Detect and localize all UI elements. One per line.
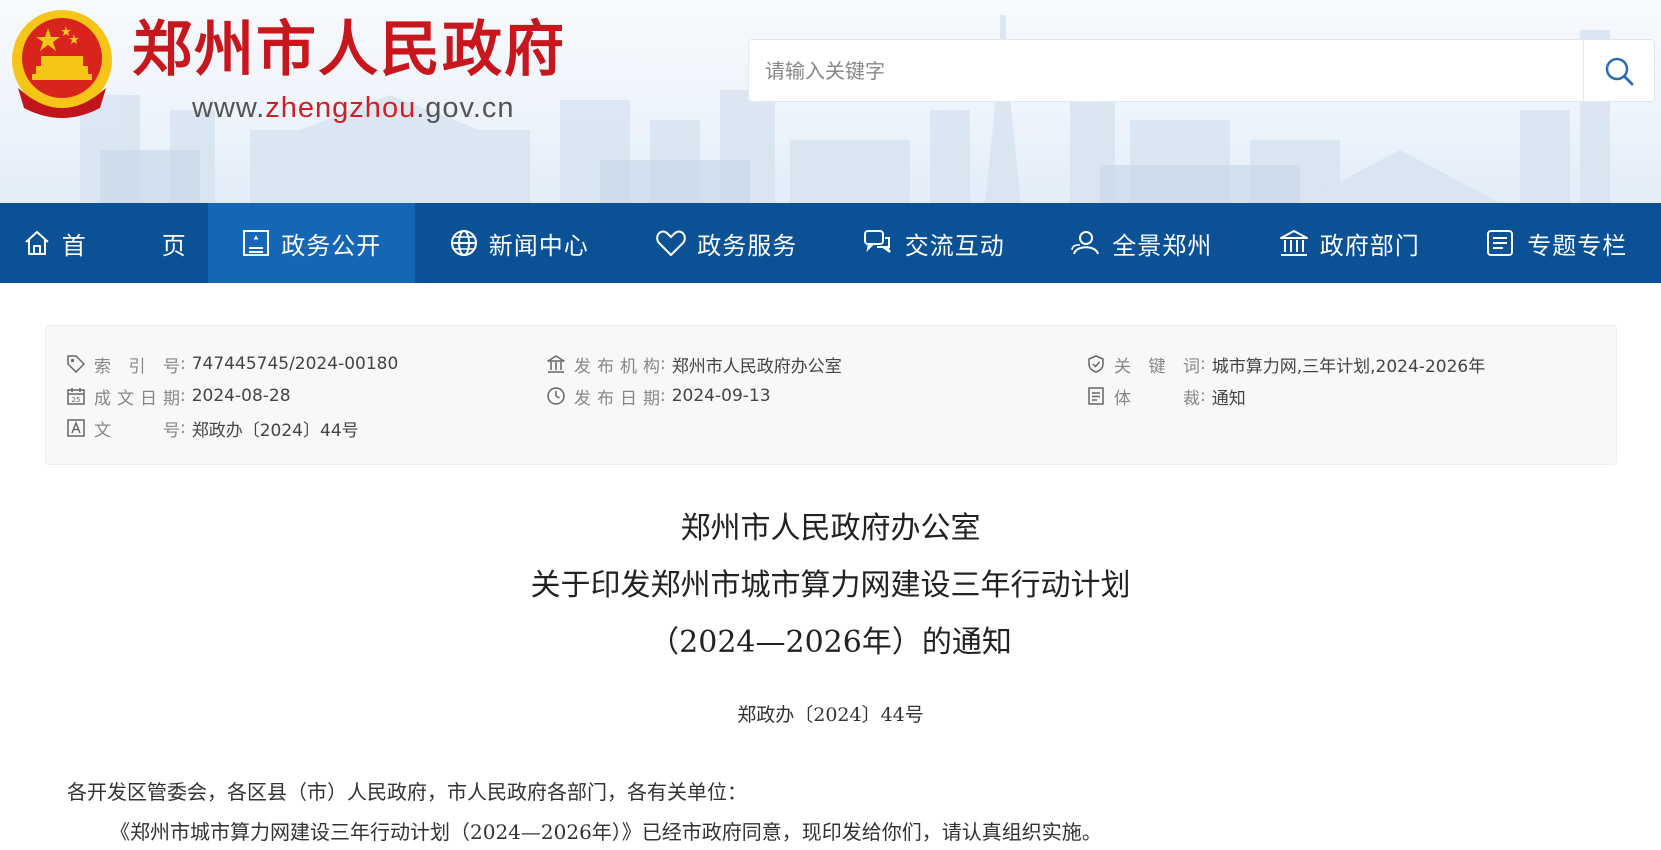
nav-item-interaction[interactable]: 交流互动 xyxy=(830,203,1038,283)
search-icon xyxy=(1605,57,1634,85)
nav-item-label: 全景郑州 xyxy=(1112,231,1213,260)
metadata-column-right: 关键词: 城市算力网,三年计划,2024-2026年 体裁: 通知 xyxy=(1086,348,1485,412)
site-url[interactable]: www.zhengzhou.gov.cn xyxy=(192,92,515,125)
nav-item-special-topics[interactable]: 专题专栏 xyxy=(1453,203,1661,283)
metadata-column-middle: 发布机构: 郑州市人民政府办公室 发布日期: 2024-09-13 xyxy=(546,348,842,412)
nav-item-label: 交流互动 xyxy=(904,231,1005,260)
document-icon xyxy=(243,230,270,256)
meta-colon: : xyxy=(180,354,186,374)
svg-text:25: 25 xyxy=(72,396,81,404)
nav-item-label: 政务公开 xyxy=(281,231,382,260)
chat-icon xyxy=(863,230,891,253)
meta-colon: : xyxy=(180,418,186,438)
meta-value: 郑政办〔2024〕44号 xyxy=(191,420,359,441)
nav-item-departments[interactable]: 政府部门 xyxy=(1245,203,1453,283)
nav-item-government-affairs[interactable]: 政务公开 xyxy=(207,203,415,283)
meta-value: 2024-09-13 xyxy=(671,386,771,406)
meta-date-written: 25 成文日期: 2024-08-28 xyxy=(66,380,398,412)
site-url-suffix: .gov.cn xyxy=(416,92,515,124)
shield-icon xyxy=(1088,355,1104,373)
article-title-line-1: 郑州市人民政府办公室 xyxy=(680,511,981,546)
article-salutation: 各开发区管委会，各区县（市）人民政府，市人民政府各部门，各有关单位： xyxy=(67,780,747,804)
meta-label: 关键词 xyxy=(1114,356,1200,377)
user-icon xyxy=(1071,231,1100,255)
meta-label: 索引号 xyxy=(94,356,180,377)
search-input[interactable] xyxy=(749,40,1584,101)
article-title-line-2: 关于印发郑州市城市算力网建设三年行动计划 xyxy=(530,568,1131,603)
globe-icon xyxy=(450,230,477,256)
article-document-number: 郑政办〔2024〕44号 xyxy=(737,704,924,726)
meta-publish-date: 发布日期: 2024-09-13 xyxy=(546,380,842,412)
meta-label: 体裁 xyxy=(1114,388,1200,409)
meta-value: 通知 xyxy=(1211,388,1246,409)
search-box xyxy=(748,39,1655,102)
search-button[interactable] xyxy=(1583,40,1654,101)
article-title-line-3: （2024—2026年）的通知 xyxy=(649,625,1012,660)
meta-label: 发布机构 xyxy=(574,356,660,377)
nav-item-label: 新闻中心 xyxy=(488,231,589,260)
calendar-icon: 25 xyxy=(67,388,85,405)
metadata-column-left: 索引号: 747445745/2024-00180 25 成文日期: 2024-… xyxy=(66,348,398,444)
meta-colon: : xyxy=(660,354,666,374)
meta-colon: : xyxy=(180,386,186,406)
meta-keywords: 关键词: 城市算力网,三年计划,2024-2026年 xyxy=(1086,348,1485,380)
meta-label: 成文日期 xyxy=(94,388,180,409)
site-header: 郑州市人民政府 www.zhengzhou.gov.cn xyxy=(0,0,1661,203)
meta-publisher: 发布机构: 郑州市人民政府办公室 xyxy=(546,348,842,380)
nav-item-news[interactable]: 新闻中心 xyxy=(415,203,623,283)
nav-item-label: 专题专栏 xyxy=(1527,231,1628,260)
institution-icon xyxy=(547,355,565,373)
meta-colon: : xyxy=(1200,386,1206,406)
meta-label: 发布日期 xyxy=(574,388,660,409)
text-icon xyxy=(67,419,85,437)
site-title[interactable]: 郑州市人民政府 xyxy=(132,10,566,90)
article-paragraph: 《郑州市城市算力网建设三年行动计划（2024—2026年）》已经市政府同意，现印… xyxy=(110,820,1102,844)
nav-item-home[interactable]: 首 页 xyxy=(0,203,208,283)
tag-icon xyxy=(67,355,85,373)
nav-item-services[interactable]: 政务服务 xyxy=(623,203,831,283)
meta-colon: : xyxy=(1200,354,1206,374)
meta-colon: : xyxy=(660,386,666,406)
national-emblem-logo xyxy=(12,10,112,118)
nav-item-label: 政务服务 xyxy=(697,231,798,260)
site-url-prefix: www. xyxy=(192,92,266,124)
meta-index-number: 索引号: 747445745/2024-00180 xyxy=(66,348,398,380)
nav-item-label: 政府部门 xyxy=(1319,231,1420,260)
meta-value: 城市算力网,三年计划,2024-2026年 xyxy=(1211,356,1486,377)
clock-icon xyxy=(547,387,565,405)
meta-label: 文号 xyxy=(94,420,180,441)
meta-value: 2024-08-28 xyxy=(191,386,291,406)
meta-genre: 体裁: 通知 xyxy=(1086,380,1485,412)
list-icon xyxy=(1487,230,1514,256)
document-metadata-panel: 索引号: 747445745/2024-00180 25 成文日期: 2024-… xyxy=(45,325,1617,465)
building-icon xyxy=(1279,230,1308,256)
site-url-highlight: zhengzhou xyxy=(265,92,417,124)
meta-document-number: 文号: 郑政办〔2024〕44号 xyxy=(66,412,398,444)
file-icon xyxy=(1088,387,1104,405)
heart-icon xyxy=(656,230,687,256)
meta-value: 747445745/2024-00180 xyxy=(191,354,399,374)
main-nav: 首 页 政务公开 新闻中心 政务服务 交流互动 全景郑州 政府部门 专题专栏 xyxy=(0,203,1661,283)
meta-value: 郑州市人民政府办公室 xyxy=(671,356,842,377)
article-title: 郑州市人民政府办公室 关于印发郑州市城市算力网建设三年行动计划 （2024—20… xyxy=(0,500,1661,671)
home-icon xyxy=(25,231,49,255)
nav-item-label: 首 页 xyxy=(61,231,212,260)
nav-item-panorama[interactable]: 全景郑州 xyxy=(1038,203,1246,283)
